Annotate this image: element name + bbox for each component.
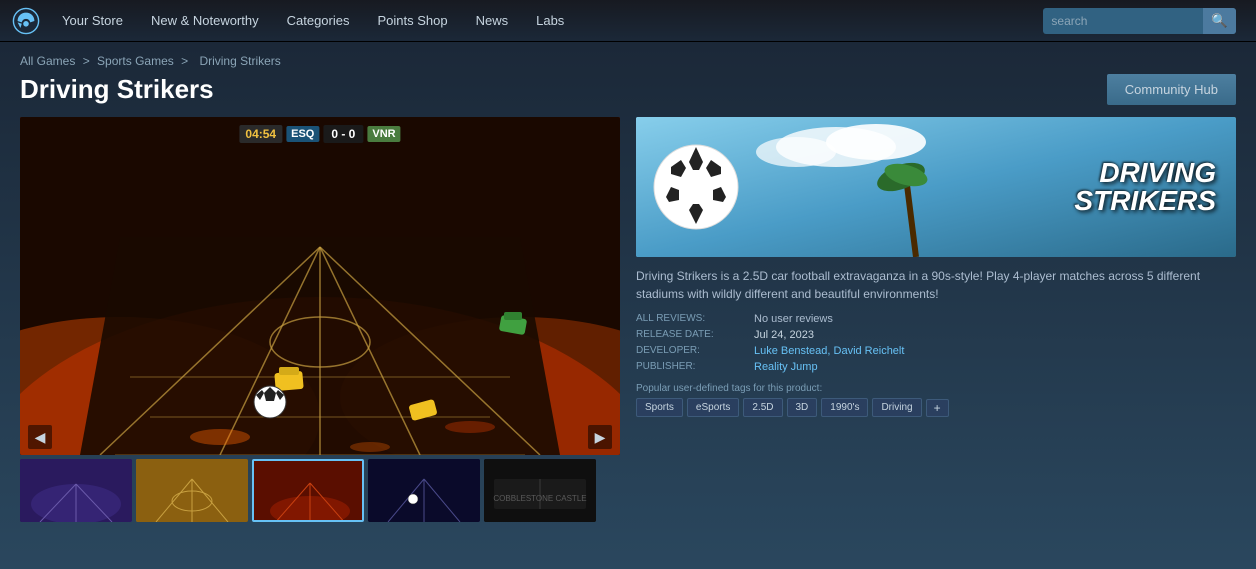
publisher-label: PUBLISHER: (636, 361, 746, 373)
nav-news[interactable]: News (462, 0, 523, 42)
search-icon: 🔍 (1211, 13, 1228, 28)
developer-label: DEVELOPER: (636, 345, 746, 357)
hud-team1: ESQ (286, 126, 319, 142)
main-content: All Games > Sports Games > Driving Strik… (0, 42, 1256, 569)
breadcrumb: All Games > Sports Games > Driving Strik… (20, 54, 1236, 68)
reviews-label: ALL REVIEWS: (636, 313, 746, 325)
thumbnails-row: COBBLESTONE CASTLE (20, 459, 620, 522)
thumb-4-svg (368, 459, 480, 522)
tag-esports[interactable]: eSports (687, 398, 739, 417)
steam-logo[interactable] (10, 5, 42, 37)
thumb-2-svg (136, 459, 248, 522)
left-media: 04:54 ESQ 0 - 0 VNR ◀ ▶ (20, 117, 620, 522)
info-row-reviews: ALL REVIEWS: No user reviews (636, 313, 1236, 325)
page-title: Driving Strikers (20, 74, 214, 105)
tags-row: Sports eSports 2.5D 3D 1990's Driving + (636, 398, 1236, 417)
game-banner: DRIVING STRIKERS (636, 117, 1236, 257)
tags-section: Popular user-defined tags for this produ… (636, 383, 1236, 417)
screenshot-next-button[interactable]: ▶ (588, 425, 612, 449)
field-lines-svg (20, 117, 620, 455)
thumbnail-3[interactable] (252, 459, 364, 522)
developer-value[interactable]: Luke Benstead, David Reichelt (754, 345, 904, 357)
info-row-release: RELEASE DATE: Jul 24, 2023 (636, 329, 1236, 341)
release-value: Jul 24, 2023 (754, 329, 814, 341)
media-section: 04:54 ESQ 0 - 0 VNR ◀ ▶ (20, 117, 1236, 522)
main-screenshot[interactable]: 04:54 ESQ 0 - 0 VNR ◀ ▶ (20, 117, 620, 455)
search-button[interactable]: 🔍 (1203, 8, 1236, 34)
thumbnail-4[interactable] (368, 459, 480, 522)
hud-score: 0 - 0 (323, 125, 363, 143)
nav-labs[interactable]: Labs (522, 0, 578, 42)
thumbnail-2[interactable] (136, 459, 248, 522)
screenshot-background: 04:54 ESQ 0 - 0 VNR (20, 117, 620, 455)
info-row-developer: DEVELOPER: Luke Benstead, David Reichelt (636, 345, 1236, 357)
svg-text:COBBLESTONE CASTLE: COBBLESTONE CASTLE (493, 494, 586, 503)
navigation-bar: Your Store New & Noteworthy Categories P… (0, 0, 1256, 42)
screenshot-prev-button[interactable]: ◀ (28, 425, 52, 449)
info-row-publisher: PUBLISHER: Reality Jump (636, 361, 1236, 373)
breadcrumb-current: Driving Strikers (199, 54, 280, 68)
nav-categories[interactable]: Categories (273, 0, 364, 42)
info-table: ALL REVIEWS: No user reviews RELEASE DAT… (636, 313, 1236, 373)
breadcrumb-sports-games[interactable]: Sports Games (97, 54, 174, 68)
search-input[interactable] (1043, 10, 1203, 32)
game-description: Driving Strikers is a 2.5D car football … (636, 267, 1236, 303)
nav-your-store[interactable]: Your Store (48, 0, 137, 42)
banner-title-line2: STRIKERS (1074, 187, 1216, 215)
thumb-3-svg (254, 461, 364, 522)
hud-team2: VNR (367, 126, 400, 142)
thumb-1-svg (20, 459, 132, 522)
right-info: DRIVING STRIKERS Driving Strikers is a 2… (636, 117, 1236, 522)
breadcrumb-separator-1: > (83, 54, 93, 68)
nav-new-noteworthy[interactable]: New & Noteworthy (137, 0, 273, 42)
tag-sports[interactable]: Sports (636, 398, 683, 417)
thumbnail-1[interactable] (20, 459, 132, 522)
banner-title-line1: DRIVING (1074, 159, 1216, 187)
publisher-value[interactable]: Reality Jump (754, 361, 818, 373)
search-box: 🔍 (1043, 8, 1236, 34)
banner-title: DRIVING STRIKERS (1074, 159, 1216, 215)
thumb-5-svg: COBBLESTONE CASTLE (484, 459, 596, 522)
community-hub-button[interactable]: Community Hub (1107, 74, 1236, 105)
release-label: RELEASE DATE: (636, 329, 746, 341)
breadcrumb-all-games[interactable]: All Games (20, 54, 75, 68)
page-header: Driving Strikers Community Hub (20, 74, 1236, 105)
nav-points-shop[interactable]: Points Shop (363, 0, 461, 42)
hud-timer: 04:54 (239, 125, 282, 143)
tag-more-button[interactable]: + (926, 399, 949, 417)
thumbnail-5[interactable]: COBBLESTONE CASTLE (484, 459, 596, 522)
hud-overlay: 04:54 ESQ 0 - 0 VNR (239, 125, 400, 143)
tag-3d[interactable]: 3D (787, 398, 818, 417)
reviews-value: No user reviews (754, 313, 833, 325)
tag-2-5d[interactable]: 2.5D (743, 398, 782, 417)
tag-driving[interactable]: Driving (872, 398, 921, 417)
tag-1990s[interactable]: 1990's (821, 398, 868, 417)
breadcrumb-separator-2: > (181, 54, 191, 68)
tags-intro-label: Popular user-defined tags for this produ… (636, 383, 1236, 394)
banner-soccer-ball (651, 142, 741, 237)
